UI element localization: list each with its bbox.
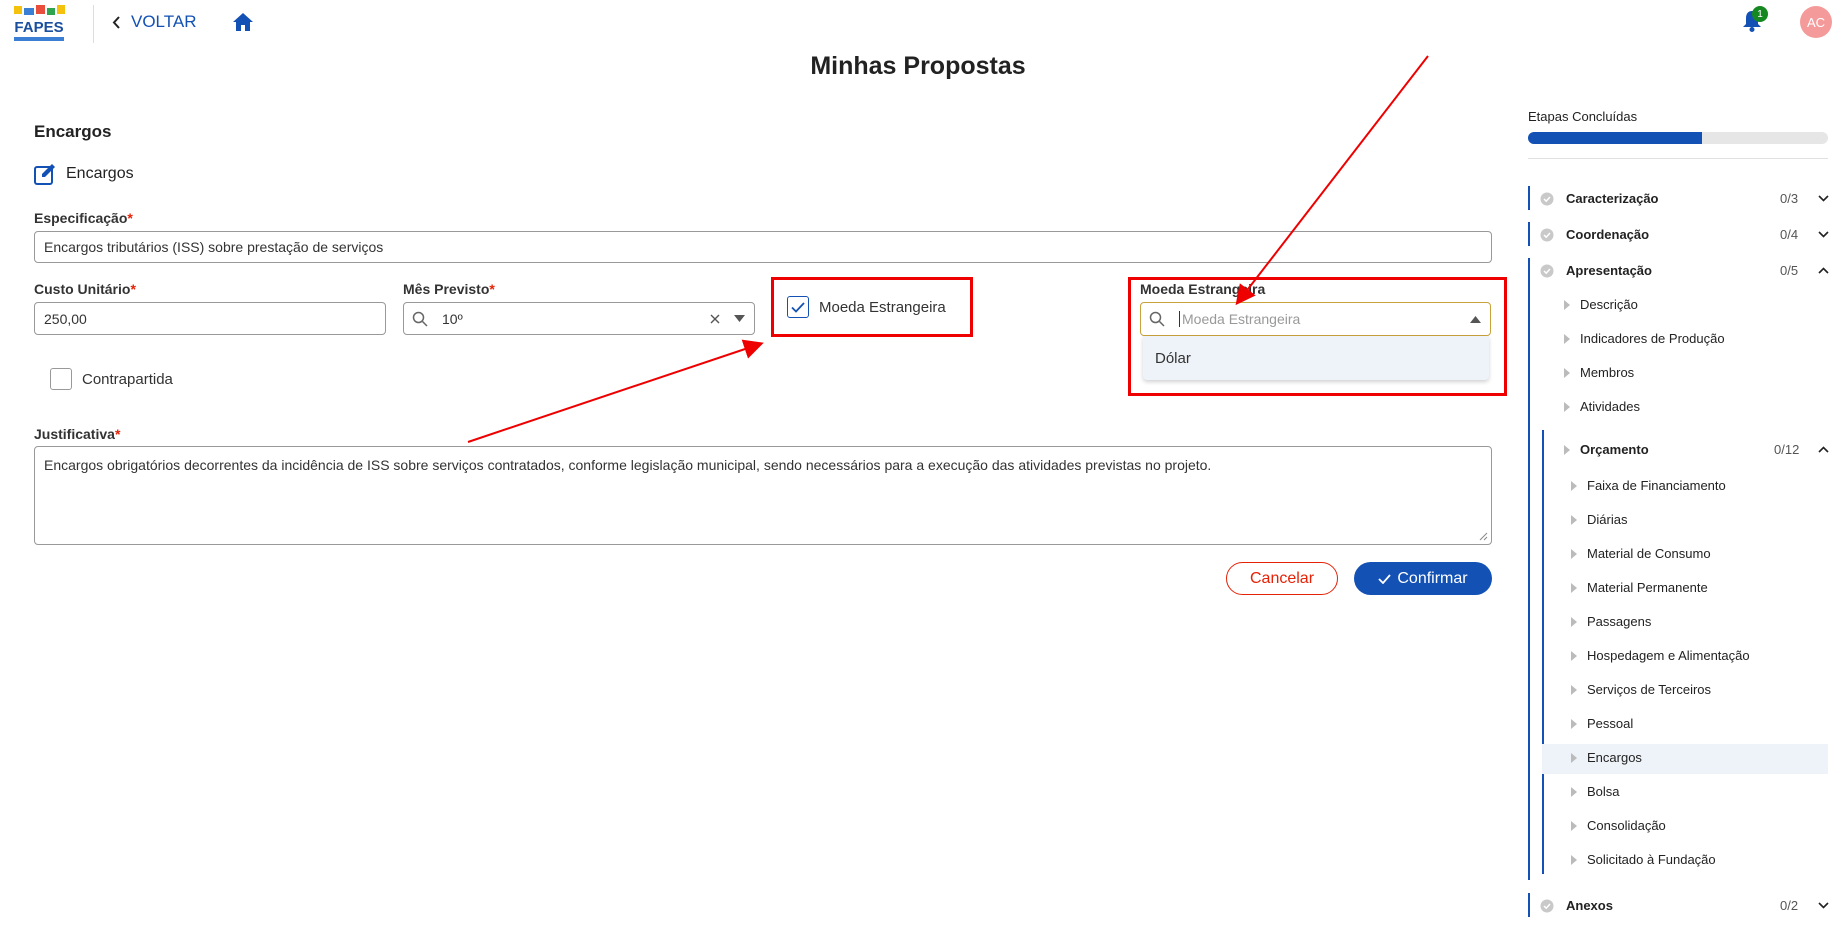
sidebar-item[interactable]: Faixa de Financiamento — [1571, 478, 1726, 493]
sidebar-section-orcamento[interactable]: Orçamento 0/12 — [1564, 442, 1830, 457]
sidebar-item[interactable]: Hospedagem e Alimentação — [1571, 648, 1750, 663]
sidebar-item[interactable]: Material de Consumo — [1571, 546, 1711, 561]
caret-right-icon — [1571, 650, 1577, 661]
caret-right-icon — [1571, 480, 1577, 491]
caret-right-icon — [1571, 786, 1577, 797]
sidebar-item[interactable]: Atividades — [1564, 399, 1640, 414]
sidebar-item-label: Membros — [1580, 365, 1635, 380]
sidebar-item-label: Material Permanente — [1587, 580, 1708, 595]
chevron-down-icon[interactable] — [1818, 902, 1829, 909]
sidebar-item-label: Material de Consumo — [1587, 546, 1711, 561]
sidebar-item-label: Atividades — [1580, 399, 1640, 414]
chevron-up-icon[interactable] — [1818, 446, 1829, 453]
progress-fill — [1528, 132, 1702, 144]
section-line — [1528, 893, 1530, 917]
check-circle-icon — [1540, 192, 1554, 205]
sidebar-item-label: Consolidação — [1587, 818, 1666, 833]
caret-right-icon — [1571, 854, 1577, 865]
sidebar-item[interactable]: Diárias — [1571, 512, 1627, 527]
sidebar-section-count: 0/4 — [1780, 227, 1799, 242]
sidebar-item[interactable]: Indicadores de Produção — [1564, 331, 1725, 346]
sidebar-item[interactable]: Material Permanente — [1571, 580, 1708, 595]
sidebar-item-label: Serviços de Terceiros — [1587, 682, 1712, 697]
sidebar-item[interactable]: Serviços de Terceiros — [1571, 682, 1711, 697]
sidebar-item-label: Hospedagem e Alimentação — [1587, 648, 1750, 663]
sidebar-item[interactable]: Solicitado à Fundação — [1571, 852, 1716, 867]
sidebar-section-count: 0/2 — [1780, 898, 1799, 913]
subsection-line — [1542, 430, 1544, 874]
sidebar-item[interactable]: Passagens — [1571, 614, 1651, 629]
sidebar-divider — [1528, 158, 1828, 159]
sidebar-section-count: 0/12 — [1774, 442, 1800, 457]
caret-right-icon — [1571, 548, 1577, 559]
sidebar-section-label: Orçamento — [1580, 442, 1649, 457]
sidebar-section-label: Coordenação — [1566, 227, 1650, 242]
annotation-arrow-to-select — [1235, 55, 1429, 306]
caret-right-icon — [1571, 514, 1577, 525]
sidebar-item[interactable]: Descrição — [1564, 297, 1638, 312]
sidebar-section-anexos[interactable]: Anexos 0/2 — [1540, 898, 1830, 913]
sidebar-item[interactable]: Consolidação — [1571, 818, 1666, 833]
sidebar-item[interactable]: Pessoal — [1571, 716, 1633, 731]
etapas-label: Etapas Concluídas — [1528, 109, 1638, 124]
sidebar-section-count: 0/5 — [1780, 263, 1799, 278]
check-circle-icon — [1540, 228, 1554, 241]
section-line — [1528, 186, 1530, 210]
sidebar-item-label: Pessoal — [1587, 716, 1634, 731]
sidebar-item-label: Indicadores de Produção — [1580, 331, 1725, 346]
check-circle-icon — [1540, 899, 1554, 912]
section-line — [1528, 222, 1530, 246]
sidebar-section-caracterizacao[interactable]: Caracterização 0/3 — [1540, 191, 1830, 206]
caret-right-icon — [1571, 616, 1577, 627]
annotation-arrow-to-checkbox — [467, 339, 764, 443]
caret-right-icon — [1564, 444, 1570, 455]
section-line — [1528, 258, 1530, 880]
chevron-down-icon[interactable] — [1818, 231, 1829, 238]
sidebar-section-label: Anexos — [1566, 898, 1613, 913]
check-circle-icon — [1540, 264, 1554, 277]
sidebar-item[interactable]: Encargos — [1571, 750, 1642, 765]
caret-right-icon — [1571, 684, 1577, 695]
progress-bar — [1528, 132, 1828, 144]
sidebar-item-label: Bolsa — [1587, 784, 1620, 799]
caret-right-icon — [1571, 582, 1577, 593]
caret-right-icon — [1571, 752, 1577, 763]
sidebar-item[interactable]: Bolsa — [1571, 784, 1620, 799]
sidebar-item-label: Passagens — [1587, 614, 1652, 629]
sidebar-item-label: Faixa de Financiamento — [1587, 478, 1726, 493]
sidebar-section-label: Caracterização — [1566, 191, 1659, 206]
sidebar-section-coordenacao[interactable]: Coordenação 0/4 — [1540, 227, 1830, 242]
caret-right-icon — [1571, 718, 1577, 729]
caret-right-icon — [1564, 299, 1570, 310]
sidebar-section-apresentacao[interactable]: Apresentação 0/5 — [1540, 263, 1830, 278]
caret-right-icon — [1571, 820, 1577, 831]
sidebar-item-label: Encargos — [1587, 750, 1642, 765]
caret-right-icon — [1564, 367, 1570, 378]
caret-right-icon — [1564, 401, 1570, 412]
sidebar-item-label: Solicitado à Fundação — [1587, 852, 1716, 867]
sidebar-item[interactable]: Membros — [1564, 365, 1634, 380]
sidebar-item-label: Diárias — [1587, 512, 1628, 527]
chevron-down-icon[interactable] — [1818, 195, 1829, 202]
sidebar-section-label: Apresentação — [1566, 263, 1652, 278]
caret-right-icon — [1564, 333, 1570, 344]
sidebar-section-count: 0/3 — [1780, 191, 1799, 206]
chevron-up-icon[interactable] — [1818, 267, 1829, 274]
sidebar-item-label: Descrição — [1580, 297, 1638, 312]
